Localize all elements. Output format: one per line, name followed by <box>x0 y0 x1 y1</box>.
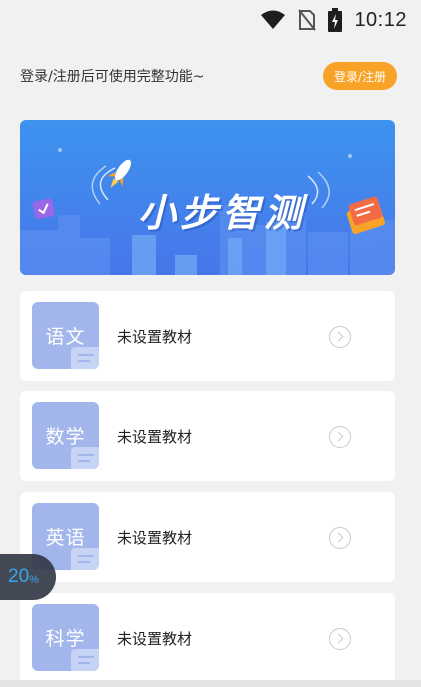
status-bar: 10:12 <box>0 0 421 40</box>
subject-card-chinese[interactable]: 语文 未设置教材 <box>20 291 395 381</box>
cover-fold <box>71 347 99 369</box>
book-cover-icon: 语文 <box>32 302 99 369</box>
wifi-icon <box>261 10 286 29</box>
cover-label: 科学 <box>45 628 86 650</box>
subject-card-english[interactable]: 英语 未设置教材 <box>20 492 395 582</box>
chevron-right-icon <box>329 426 351 448</box>
cover-fold <box>71 649 99 671</box>
login-hint-text: 登录/注册后可使用完整功能~ <box>20 69 205 85</box>
banner-title: 小步智测 <box>138 191 307 235</box>
chevron-right-icon <box>329 527 351 549</box>
banner[interactable]: 小步智测 <box>20 120 395 275</box>
cover-label: 英语 <box>45 527 86 549</box>
chevron-right-icon <box>329 326 351 348</box>
no-sim-icon <box>298 9 317 31</box>
cover-fold <box>71 548 99 570</box>
textbook-status: 未设置教材 <box>117 428 193 446</box>
battery-charging-icon <box>328 8 343 32</box>
status-time: 10:12 <box>354 8 407 31</box>
subject-card-science[interactable]: 科学 未设置教材 <box>20 593 395 683</box>
login-prompt: 登录/注册后可使用完整功能~ 登录/注册 <box>20 58 397 94</box>
book-cover-icon: 数学 <box>32 402 99 469</box>
bottom-strip <box>0 680 421 687</box>
chevron-right-icon <box>329 628 351 650</box>
floating-progress-badge[interactable]: 20 % <box>0 554 56 600</box>
app-screen: 10:12 登录/注册后可使用完整功能~ 登录/注册 小步智测 语文 未设置教材… <box>0 0 421 687</box>
login-register-button[interactable]: 登录/注册 <box>322 62 397 90</box>
subject-card-math[interactable]: 数学 未设置教材 <box>20 391 395 481</box>
cover-label: 语文 <box>45 326 86 348</box>
progress-value: 20 <box>8 566 30 587</box>
textbook-status: 未设置教材 <box>117 529 193 547</box>
textbook-status: 未设置教材 <box>117 630 193 648</box>
textbook-status: 未设置教材 <box>117 328 193 346</box>
book-cover-icon: 科学 <box>32 604 99 671</box>
progress-unit: % <box>29 574 39 586</box>
cover-label: 数学 <box>45 426 86 448</box>
cover-fold <box>71 447 99 469</box>
